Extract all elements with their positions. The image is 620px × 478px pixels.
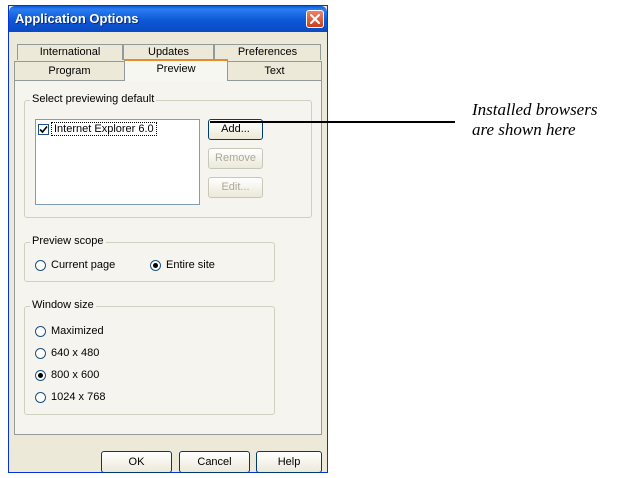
annotation-line-1: Installed browsers (472, 100, 598, 119)
radio-entire-site-label: Entire site (166, 259, 215, 271)
radio-800x600-label: 800 x 600 (51, 369, 100, 381)
radio-button[interactable] (35, 369, 46, 381)
help-button[interactable]: Help (256, 451, 322, 473)
tab-preferences[interactable]: Preferences (214, 44, 321, 60)
browser-item-label: Internet Explorer 6.0 (51, 122, 157, 136)
window-size-group: Window size Maximized 640 x 480 800 x 60… (24, 299, 275, 415)
close-icon (310, 14, 320, 24)
tab-preview[interactable]: Preview (124, 59, 228, 81)
window-size-label: Window size (30, 299, 96, 311)
radio-1024x768-label: 1024 x 768 (51, 391, 106, 403)
browsers-group-label: Select previewing default (30, 93, 157, 105)
radio-1024x768[interactable]: 1024 x 768 (35, 391, 105, 403)
radio-button[interactable] (150, 259, 161, 271)
browser-list[interactable]: Internet Explorer 6.0 (35, 119, 200, 205)
edit-button-label: Edit... (221, 181, 250, 193)
list-item[interactable]: Internet Explorer 6.0 (38, 122, 157, 136)
edit-button[interactable]: Edit... (208, 177, 263, 198)
callout-line (210, 121, 455, 123)
preview-tab-panel: Select previewing default Internet Explo… (14, 80, 322, 435)
radio-button[interactable] (35, 259, 46, 271)
tab-text[interactable]: Text (227, 61, 322, 80)
radio-800x600[interactable]: 800 x 600 (35, 369, 99, 381)
preview-scope-group: Preview scope Current page Entire site (24, 235, 275, 282)
close-button[interactable] (306, 10, 324, 28)
tab-international[interactable]: International (17, 44, 123, 60)
tab-updates[interactable]: Updates (123, 44, 214, 60)
remove-button-label: Remove (215, 152, 256, 164)
radio-640x480-label: 640 x 480 (51, 347, 100, 359)
ok-button-label: OK (128, 456, 145, 468)
ok-button[interactable]: OK (101, 451, 172, 473)
radio-current-page[interactable]: Current page (35, 259, 115, 271)
radio-current-page-label: Current page (51, 259, 116, 271)
title-bar[interactable]: Application Options (9, 6, 327, 32)
radio-button[interactable] (35, 347, 46, 359)
radio-640x480[interactable]: 640 x 480 (35, 347, 99, 359)
annotation-text: Installed browsers are shown here (472, 100, 597, 140)
tab-program[interactable]: Program (14, 61, 125, 80)
checkmark-icon (39, 125, 48, 133)
cancel-button[interactable]: Cancel (179, 451, 250, 473)
remove-button[interactable]: Remove (208, 148, 263, 169)
window-title: Application Options (15, 11, 139, 26)
help-button-label: Help (277, 456, 301, 468)
application-options-dialog: Application Options International Update… (8, 5, 328, 473)
radio-button[interactable] (35, 325, 46, 337)
browser-checkbox[interactable] (38, 123, 49, 135)
radio-button[interactable] (35, 391, 46, 403)
browsers-group: Select previewing default Internet Explo… (24, 93, 312, 218)
add-button-label: Add... (221, 123, 250, 135)
preview-scope-label: Preview scope (30, 235, 106, 247)
cancel-button-label: Cancel (197, 456, 232, 468)
radio-maximized-label: Maximized (51, 325, 104, 337)
annotation-line-2: are shown here (472, 120, 576, 139)
radio-entire-site[interactable]: Entire site (150, 259, 215, 271)
radio-maximized[interactable]: Maximized (35, 325, 104, 337)
